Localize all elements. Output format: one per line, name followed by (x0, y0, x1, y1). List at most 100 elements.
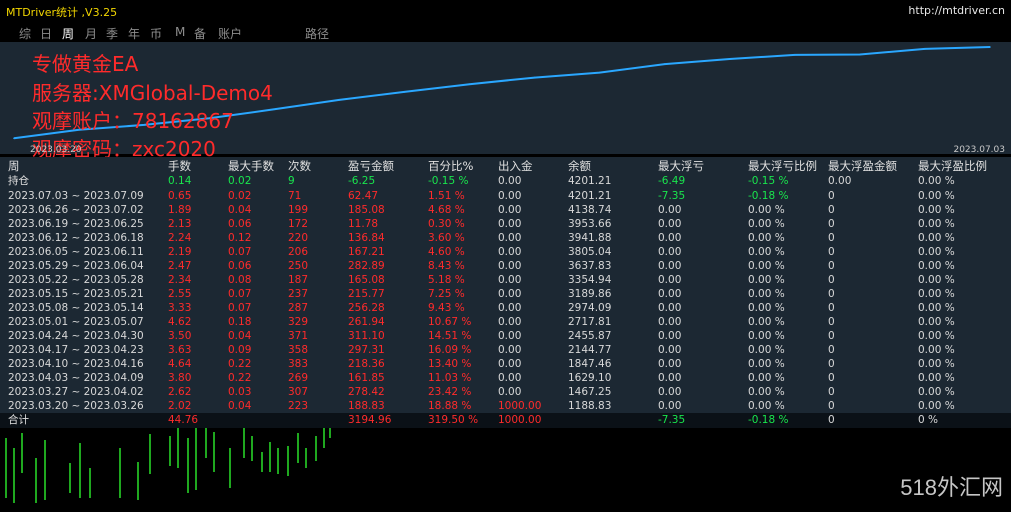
cell-lots: 4.62 (168, 316, 192, 328)
cell-mflp: 0.00 % (748, 316, 785, 328)
cell-mflp: 0.00 % (748, 344, 785, 356)
tab-6[interactable]: 币 (150, 25, 162, 42)
cell-inout: 0.00 (498, 246, 522, 258)
tab-5[interactable]: 年 (128, 25, 140, 42)
tab-3[interactable]: 月 (85, 25, 97, 42)
cell-week: 2023.05.29 ~ 2023.06.04 (8, 260, 144, 272)
tab-4[interactable]: 季 (106, 25, 118, 42)
cell-week: 2023.03.20 ~ 2023.03.26 (8, 400, 144, 412)
cell-balance: 3354.94 (568, 274, 612, 286)
cell-mflp: 0.00 % (748, 274, 785, 286)
tab-9[interactable]: 账户 (218, 25, 242, 42)
equity-point-4 (273, 108, 276, 111)
cell-pct: 7.25 % (428, 288, 465, 300)
cell-week: 2023.04.17 ~ 2023.04.23 (8, 344, 144, 356)
tab-bar: 综日周月季年币 M 备账户 路径 (0, 20, 1011, 45)
cell-profit: 185.08 (348, 204, 385, 216)
tab-7[interactable]: M (175, 25, 185, 39)
cell-lots: 2.34 (168, 274, 192, 286)
cell-count: 187 (288, 274, 309, 286)
cell-mfp: 0 (828, 218, 835, 230)
equity-point-7 (468, 83, 471, 85)
cell-mfpp: 0.00 % (918, 358, 955, 370)
tab-1[interactable]: 日 (40, 25, 52, 42)
cell-mfl: 0.00 (658, 204, 682, 216)
cell-mfp: 0 (828, 344, 835, 356)
cell-count: 220 (288, 232, 309, 244)
cell-mflp: 0.00 % (748, 330, 785, 342)
total-inout: 1000.00 (498, 414, 542, 426)
cell-count: 172 (288, 218, 309, 230)
cell-count: 358 (288, 344, 309, 356)
cell-inout: 0.00 (498, 372, 522, 384)
cell-lots: 3.50 (168, 330, 192, 342)
cell-inout: 0.00 (498, 232, 522, 244)
cell-pct: 4.68 % (428, 204, 465, 216)
cell-mfl: -7.35 (658, 190, 686, 202)
column-header-5: 百分比% (428, 159, 474, 173)
cell-mflp: 0.00 % (748, 302, 785, 314)
cell-mflp: 0.00 % (748, 372, 785, 384)
cell-max_lots: 0.06 (228, 260, 252, 272)
cell-pct: 3.60 % (428, 232, 465, 244)
cell-profit: 167.21 (348, 246, 385, 258)
title-bar: MTDriver统计 ,V3.25 http://mtdriver.cn (0, 0, 1011, 20)
cell-profit: 62.47 (348, 190, 379, 202)
cell-mfl: 0.00 (658, 218, 682, 230)
table-row: 2023.06.12 ~ 2023.06.18 2.24 0.12 220 136.84… (0, 231, 1011, 245)
tab-10[interactable]: 路径 (305, 25, 329, 42)
cell-count: 250 (288, 260, 309, 272)
cell-mfp: 0 (828, 302, 835, 314)
holding-lots: 0.14 (168, 175, 192, 187)
table-row: 2023.05.29 ~ 2023.06.04 2.47 0.06 250 282.89… (0, 259, 1011, 273)
table-row: 2023.05.08 ~ 2023.05.14 3.33 0.07 287 256.28… (0, 301, 1011, 315)
equity-point-9 (598, 71, 601, 74)
cell-mfp: 0 (828, 330, 835, 342)
cell-mflp: 0.00 % (748, 386, 785, 398)
tab-0[interactable]: 综 (19, 25, 31, 42)
cell-week: 2023.05.15 ~ 2023.05.21 (8, 288, 144, 300)
overlay-text-3: 观摩账户：78162867 (32, 109, 234, 133)
cell-mfp: 0 (828, 358, 835, 370)
cell-max_lots: 0.08 (228, 274, 252, 286)
cell-inout: 0.00 (498, 386, 522, 398)
holding-max_lots: 0.02 (228, 175, 252, 187)
column-header-4: 盈亏金额 (348, 159, 394, 173)
cell-profit: 188.83 (348, 400, 385, 412)
cell-pct: 8.43 % (428, 260, 465, 272)
cell-pct: 11.03 % (428, 372, 472, 384)
total-mfp: 0 (828, 414, 835, 426)
holding-max_float_profit_pct: 0.00 % (918, 175, 955, 187)
cell-profit: 282.89 (348, 260, 385, 272)
column-header-2: 最大手数 (228, 159, 274, 173)
cell-week: 2023.05.01 ~ 2023.05.07 (8, 316, 144, 328)
cell-balance: 3941.88 (568, 232, 612, 244)
total-mfl: -7.35 (658, 414, 686, 426)
overlay-text-2: 服务器:XMGlobal-Demo4 (32, 81, 273, 105)
column-header-7: 余额 (568, 159, 591, 173)
watermark: 518外汇网 (900, 475, 1003, 500)
cell-count: 206 (288, 246, 309, 258)
site-link[interactable]: http://mtdriver.cn (908, 4, 1005, 17)
cell-lots: 2.13 (168, 218, 192, 230)
column-header-11: 最大浮盈比例 (918, 159, 987, 173)
cell-balance: 2144.77 (568, 344, 612, 356)
holding-label: 持仓 (8, 175, 29, 187)
chart-start-date: 2023.03.20 (30, 145, 82, 155)
cell-balance: 1188.83 (568, 400, 612, 412)
cell-mfpp: 0.00 % (918, 232, 955, 244)
column-header-8: 最大浮亏 (658, 159, 704, 173)
cell-max_lots: 0.04 (228, 204, 252, 216)
cell-mfl: 0.00 (658, 260, 682, 272)
cell-week: 2023.06.05 ~ 2023.06.11 (8, 246, 144, 258)
cell-pct: 5.18 % (428, 274, 465, 286)
cell-week: 2023.05.08 ~ 2023.05.14 (8, 302, 144, 314)
cell-pct: 10.67 % (428, 316, 472, 328)
tab-8[interactable]: 备 (194, 25, 206, 42)
cell-mfp: 0 (828, 246, 835, 258)
price-chart-bottom: 518外汇网 (0, 428, 1011, 508)
cell-max_lots: 0.07 (228, 288, 252, 300)
equity-point-10 (663, 63, 666, 65)
cell-balance: 1629.10 (568, 372, 612, 384)
cell-inout: 0.00 (498, 204, 522, 216)
